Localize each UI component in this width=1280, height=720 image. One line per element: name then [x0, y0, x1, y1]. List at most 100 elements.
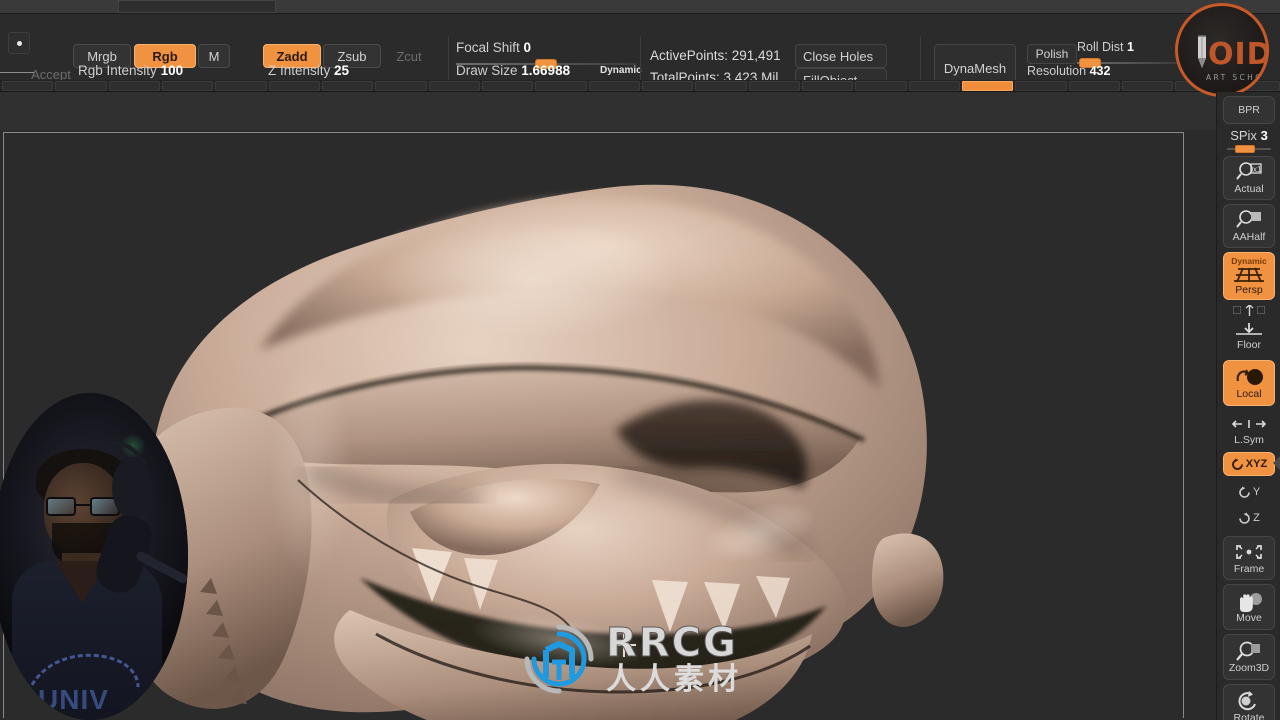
rotate-button[interactable]: Rotate — [1223, 684, 1275, 720]
lsym-button[interactable]: L.Sym — [1223, 412, 1275, 452]
move-button[interactable]: Move — [1223, 584, 1275, 630]
menu-tab-2[interactable] — [108, 80, 160, 91]
menu-tab-9[interactable] — [481, 80, 534, 91]
roll-dist-value: 1 — [1127, 40, 1134, 54]
magnifier-x1-icon: x1 — [1236, 161, 1262, 183]
bpr-button[interactable]: BPR — [1223, 96, 1275, 124]
menu-tab-19[interactable] — [1015, 80, 1067, 91]
actual-button[interactable]: x1 Actual — [1223, 156, 1275, 200]
close-holes-button[interactable]: Close Holes — [795, 44, 887, 68]
focal-shift-value: 0 — [523, 40, 532, 55]
sidebar-expand-arrow[interactable] — [1273, 456, 1280, 470]
right-sidebar[interactable]: BPR SPix 3 x1 Actual AAHalf Dynamic Pers… — [1216, 92, 1280, 720]
aahalf-button[interactable]: AAHalf — [1223, 204, 1275, 248]
resolution-value: 432 — [1089, 64, 1111, 78]
rotate-icon — [1235, 690, 1263, 712]
rot-z-button[interactable]: Z — [1223, 506, 1275, 530]
rgb-intensity-text: Rgb Intensity — [78, 63, 157, 78]
rotate-xyz-icon: XYZ — [1231, 458, 1267, 471]
magnifier-half-icon — [1236, 209, 1262, 231]
menu-tab-14[interactable] — [748, 80, 800, 91]
void-art-school-logo: OID ART SCHOOL — [1175, 3, 1269, 97]
menu-tab-3[interactable] — [161, 80, 214, 91]
menu-tab-16[interactable] — [855, 80, 907, 91]
frame-icon — [1234, 541, 1264, 563]
viewport-mini-toggles[interactable] — [1233, 304, 1265, 316]
menu-tab-1[interactable] — [55, 80, 107, 91]
local-button[interactable]: Local — [1223, 360, 1275, 406]
bpr-label: BPR — [1238, 104, 1260, 116]
hand-move-icon — [1235, 590, 1263, 612]
shirt-graphic: UNIV — [30, 653, 140, 715]
axis-pin-icon[interactable] — [1245, 304, 1254, 316]
menu-tab-12[interactable] — [641, 80, 694, 91]
slider-knob[interactable] — [1235, 145, 1256, 153]
grid-small-icon-2[interactable] — [1257, 306, 1265, 314]
menu-tab-4[interactable] — [215, 80, 267, 91]
sculpt-ear-nub — [872, 533, 944, 627]
zoom3d-icon — [1235, 640, 1263, 662]
menu-tab-20[interactable] — [1068, 80, 1120, 91]
frame-label: Frame — [1233, 563, 1265, 575]
m-button[interactable]: M — [198, 44, 230, 68]
title-strip — [0, 0, 1280, 14]
zoom3d-label: Zoom3D — [1228, 662, 1270, 674]
menu-tab-10[interactable] — [535, 80, 587, 91]
webcam-overlay: UNIV — [0, 393, 188, 720]
svg-text:UNIV: UNIV — [38, 684, 109, 715]
perspective-grid-icon — [1234, 266, 1264, 284]
dynamic-badge[interactable]: Dynamic — [600, 65, 642, 76]
rot-y-button[interactable]: Y — [1223, 480, 1275, 504]
menu-tab-0[interactable] — [2, 80, 54, 91]
rotate-z-icon: Z — [1238, 512, 1260, 525]
menu-tab-15[interactable] — [801, 80, 854, 91]
glasses-bridge — [76, 504, 90, 506]
menu-tab-18[interactable] — [961, 80, 1014, 91]
sculpt-model[interactable] — [60, 140, 980, 720]
persp-label: Persp — [1235, 283, 1263, 296]
move-label: Move — [1236, 612, 1262, 624]
z-intensity-value: 25 — [334, 63, 350, 78]
roll-dist-text: Roll Dist — [1077, 40, 1124, 54]
menu-tab-13[interactable] — [695, 80, 747, 91]
brush-cursor-icon — [612, 633, 636, 657]
rgb-intensity-value: 100 — [160, 63, 184, 78]
grid-small-icon[interactable] — [1233, 306, 1241, 314]
roll-dist-label: Roll Dist 1 — [1077, 40, 1134, 54]
menu-tab-5[interactable] — [268, 80, 320, 91]
zcut-button[interactable]: Zcut — [385, 44, 433, 68]
persp-button[interactable]: Dynamic Persp — [1223, 252, 1275, 300]
draw-size-text: Draw Size — [456, 63, 518, 78]
brush-dot-icon — [17, 41, 22, 46]
menu-tab-17[interactable] — [908, 80, 960, 91]
menu-tab-row[interactable] — [0, 80, 1280, 92]
xyz-button[interactable]: XYZ — [1223, 452, 1275, 476]
svg-text:x1: x1 — [1253, 165, 1262, 174]
menu-tab-21[interactable] — [1121, 80, 1174, 91]
z-intensity-label: Z Intensity 25 — [268, 63, 349, 78]
zoom3d-button[interactable]: Zoom3D — [1223, 634, 1275, 680]
frame-button[interactable]: Frame — [1223, 536, 1275, 580]
spix-text: SPix — [1230, 128, 1257, 143]
title-strip-inset — [118, 0, 276, 13]
spix-value: 3 — [1260, 128, 1268, 143]
menu-tab-11[interactable] — [588, 80, 640, 91]
spix-slider[interactable] — [1227, 144, 1271, 154]
xyz-label: XYZ — [1245, 458, 1268, 470]
spix-label: SPix 3 — [1217, 128, 1280, 143]
rot-y-label: Y — [1252, 486, 1261, 498]
brush-preview-swatch[interactable] — [8, 32, 30, 54]
floor-button[interactable]: Floor — [1223, 318, 1275, 356]
rotate-label: Rotate — [1233, 712, 1265, 720]
polish-button[interactable]: Polish — [1027, 44, 1077, 64]
menu-tab-7[interactable] — [375, 80, 427, 91]
top-toolbar: Accept Mrgb Rgb M Zadd Zsub Zcut Rgb Int… — [0, 14, 1280, 92]
focal-shift-text: Focal Shift — [456, 40, 520, 55]
rot-z-label: Z — [1253, 512, 1260, 524]
local-label: Local — [1236, 388, 1262, 400]
toolbar-divider-3 — [920, 36, 921, 84]
menu-tab-8[interactable] — [428, 80, 480, 91]
persp-dynamic-tag: Dynamic — [1231, 255, 1267, 266]
actual-label: Actual — [1234, 183, 1264, 195]
menu-tab-6[interactable] — [321, 80, 374, 91]
